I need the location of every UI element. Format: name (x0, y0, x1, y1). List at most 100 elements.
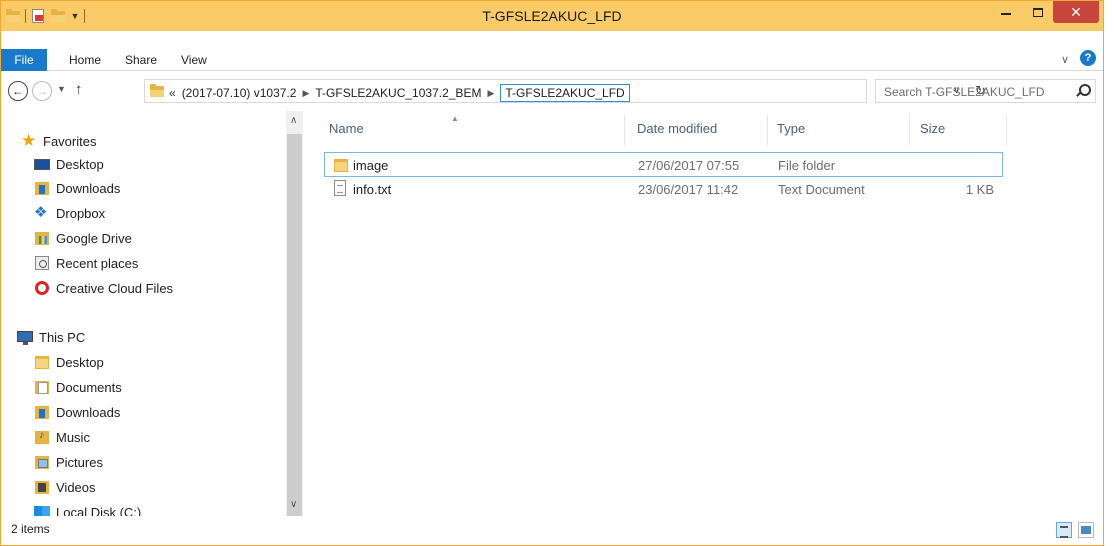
nav-label: Creative Cloud Files (56, 280, 174, 296)
nav-favorites-google-drive[interactable]: Google Drive (34, 226, 132, 250)
nav-pc-music[interactable]: Music (34, 425, 90, 449)
nav-favorites-downloads[interactable]: Downloads (34, 176, 120, 200)
title-bar: ▼ T-GFSLE2AKUC_LFD ✕ (1, 1, 1103, 31)
nav-pc-local-disk[interactable]: Local Disk (C:) (34, 500, 141, 516)
item-count: 2 items (11, 522, 50, 536)
nav-pc-pictures[interactable]: Pictures (34, 450, 103, 474)
breadcrumb-item-current[interactable]: T-GFSLE2AKUC_LFD (500, 84, 630, 102)
large-icons-view-icon[interactable] (1078, 522, 1094, 538)
help-icon[interactable]: ? (1080, 50, 1096, 66)
downloads-folder-icon (34, 404, 50, 420)
file-date: 27/06/2017 07:55 (638, 158, 740, 173)
nav-label: Pictures (56, 454, 103, 470)
file-size: 1 KB (965, 182, 994, 197)
nav-this-pc[interactable]: This PC (17, 325, 85, 349)
expand-ribbon-chevron-icon[interactable]: ∨ (1061, 53, 1069, 66)
explorer-window: ▼ T-GFSLE2AKUC_LFD ✕ File Home Share Vie… (0, 0, 1104, 546)
nav-pc-videos[interactable]: Videos (34, 475, 96, 499)
close-button[interactable]: ✕ (1053, 1, 1099, 23)
videos-folder-icon (34, 479, 50, 495)
nav-favorites-recent-places[interactable]: Recent places (34, 251, 138, 275)
sort-ascending-icon: ▲ (451, 114, 459, 123)
nav-label: Documents (56, 379, 122, 395)
search-icon (1075, 84, 1091, 98)
recent-locations-chevron-icon[interactable]: ▼ (57, 84, 66, 94)
nav-favorites[interactable]: ★ Favorites (21, 129, 96, 153)
tab-home[interactable]: Home (69, 53, 101, 67)
column-divider[interactable] (1006, 115, 1007, 145)
nav-pc-desktop[interactable]: Desktop (34, 350, 104, 374)
search-placeholder: Search T-GFSLE2AKUC_LFD (884, 85, 1045, 99)
breadcrumb-chevron-icon[interactable]: ▶ (302, 88, 309, 99)
tab-file[interactable]: File (1, 49, 47, 71)
maximize-button[interactable] (1024, 1, 1052, 23)
music-folder-icon (34, 429, 50, 445)
nav-pc-documents[interactable]: Documents (34, 375, 122, 399)
back-button[interactable]: ← (8, 81, 28, 101)
breadcrumb: « (2017-07.10) v1037.2 ▶ T-GFSLE2AKUC_10… (169, 84, 630, 102)
file-type: File folder (778, 158, 836, 173)
nav-pc-downloads[interactable]: Downloads (34, 400, 120, 424)
desktop-icon (34, 156, 50, 172)
window-title: T-GFSLE2AKUC_LFD (482, 8, 622, 24)
pictures-folder-icon (34, 454, 50, 470)
nav-label: Desktop (56, 156, 104, 172)
column-divider[interactable] (767, 115, 768, 145)
scrollbar-thumb[interactable] (287, 134, 302, 525)
file-name: image (353, 158, 389, 173)
column-header-type[interactable]: Type (777, 121, 805, 136)
navigation-scrollbar[interactable]: ∧ ∨ (286, 111, 303, 525)
navigation-pane: ★ Favorites Desktop Downloads ❖ Dropbox … (1, 111, 304, 516)
star-icon: ★ (21, 131, 37, 150)
address-row: ← → ▼ ↑ « (2017-07.10) v1037.2 ▶ T-GFSLE… (1, 72, 1103, 110)
file-list: Name ▲ Date modified Type Size image 27/… (304, 111, 1103, 516)
address-bar[interactable]: « (2017-07.10) v1037.2 ▶ T-GFSLE2AKUC_10… (144, 79, 986, 103)
column-header-name[interactable]: Name (329, 121, 364, 136)
column-divider[interactable] (909, 115, 910, 145)
nav-label: Recent places (56, 255, 139, 271)
up-arrow-icon[interactable]: ↑ (75, 81, 83, 98)
nav-favorites-desktop[interactable]: Desktop (34, 152, 104, 176)
recent-places-icon (34, 255, 50, 271)
column-header-size[interactable]: Size (920, 121, 945, 136)
scroll-down-chevron-icon[interactable]: ∨ (290, 499, 297, 510)
nav-label: Downloads (56, 404, 121, 420)
forward-button[interactable]: → (32, 81, 52, 101)
nav-label: This PC (39, 329, 86, 345)
nav-favorites-dropbox[interactable]: ❖ Dropbox (34, 201, 105, 225)
minimize-button[interactable] (991, 1, 1021, 23)
ribbon-tabs: File Home Share View (1, 49, 1103, 71)
tab-view[interactable]: View (181, 53, 207, 67)
column-divider[interactable] (624, 115, 625, 145)
maximize-icon (1033, 7, 1043, 17)
google-drive-folder-icon (34, 230, 50, 246)
file-name: info.txt (353, 182, 392, 197)
breadcrumb-overflow[interactable]: « (169, 86, 176, 100)
nav-label: Music (56, 429, 90, 445)
nav-label: Dropbox (56, 205, 106, 221)
details-view-icon[interactable] (1056, 522, 1072, 538)
computer-icon (17, 329, 33, 345)
local-disk-icon (34, 504, 50, 516)
search-input[interactable]: Search T-GFSLE2AKUC_LFD (875, 79, 1096, 103)
text-file-icon (334, 180, 346, 196)
tab-share[interactable]: Share (125, 53, 157, 67)
dropbox-icon: ❖ (34, 204, 48, 221)
nav-label: Videos (56, 479, 96, 495)
nav-label: Google Drive (56, 230, 132, 246)
close-icon: ✕ (1070, 3, 1082, 20)
file-date: 23/06/2017 11:42 (638, 182, 739, 197)
table-row[interactable]: info.txt 23/06/2017 11:42 Text Document … (324, 177, 1003, 202)
breadcrumb-chevron-icon[interactable]: ▶ (487, 88, 494, 99)
breadcrumb-item[interactable]: (2017-07.10) v1037.2 (182, 86, 297, 100)
scroll-up-chevron-icon[interactable]: ∧ (290, 115, 297, 126)
nav-label: Desktop (56, 354, 104, 370)
breadcrumb-item[interactable]: T-GFSLE2AKUC_1037.2_BEM (315, 86, 481, 100)
nav-label: Downloads (56, 180, 121, 196)
table-row[interactable]: image 27/06/2017 07:55 File folder (324, 152, 1003, 177)
column-header-date-modified[interactable]: Date modified (637, 121, 717, 136)
nav-favorites-creative-cloud[interactable]: Creative Cloud Files (34, 276, 173, 300)
background-edge (1104, 0, 1116, 546)
creative-cloud-icon (34, 280, 50, 296)
status-bar: 2 items (1, 516, 1103, 545)
